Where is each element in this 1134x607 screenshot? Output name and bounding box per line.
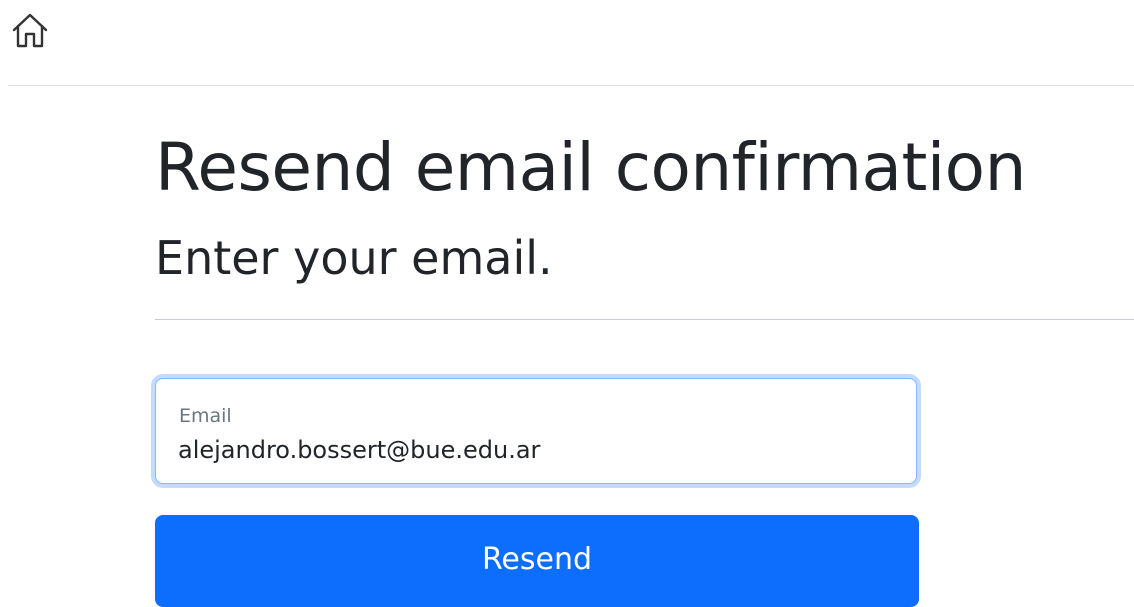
page-title: Resend email confirmation: [155, 129, 1026, 206]
home-icon: [12, 13, 48, 48]
email-field[interactable]: Email: [155, 378, 917, 484]
email-label: Email: [179, 405, 232, 427]
top-nav: [0, 0, 1134, 86]
home-link[interactable]: [10, 10, 50, 50]
resend-button-label: Resend: [481, 542, 593, 577]
email-input[interactable]: [178, 433, 878, 467]
resend-button[interactable]: Resend: [155, 515, 919, 607]
page-subtitle: Enter your email.: [155, 231, 553, 285]
header-divider: [8, 85, 1134, 86]
section-divider: [155, 319, 1134, 320]
